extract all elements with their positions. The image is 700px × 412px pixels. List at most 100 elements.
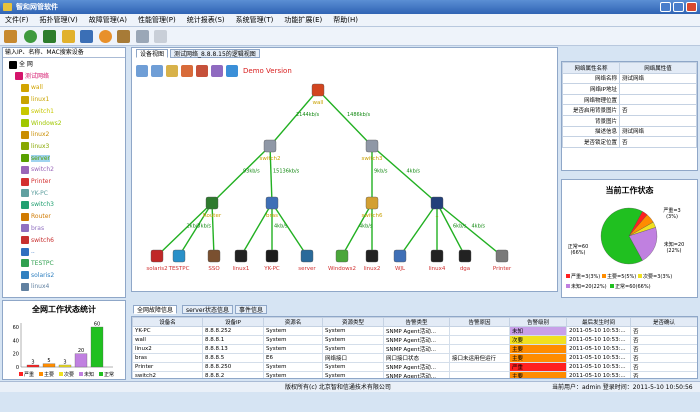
alarm-row[interactable]: wall 8.8.8.1 System System SNMP Agent活动... 次要… <box>132 335 697 345</box>
device-node-label[interactable]: Router <box>203 213 222 219</box>
device-node-label[interactable]: SSO <box>208 266 220 272</box>
device-search-input[interactable]: 输入IP、名称、MAC搜索设备 <box>3 48 125 58</box>
zoom-out-icon[interactable] <box>151 65 163 77</box>
alarm-column-header[interactable]: 是否确认 <box>630 317 697 327</box>
menu-file[interactable]: 文件(F) <box>5 15 29 25</box>
device-node-label[interactable]: wall <box>313 100 324 106</box>
topology-link[interactable] <box>436 202 466 257</box>
topology-link[interactable] <box>271 202 308 257</box>
topology-link[interactable] <box>399 202 438 257</box>
topology-link[interactable] <box>269 145 273 204</box>
tree-item[interactable]: YK-PC <box>21 188 48 199</box>
tree-item[interactable]: .. <box>21 246 35 257</box>
window-icon[interactable] <box>136 30 149 43</box>
device-node-icon[interactable] <box>207 249 221 263</box>
tree-item[interactable]: 测试网络 <box>15 71 49 82</box>
tree-item[interactable]: 全 网 <box>9 59 33 70</box>
device-node-icon[interactable] <box>430 196 444 210</box>
minimize-button[interactable] <box>660 2 671 12</box>
alarm-column-header[interactable]: 告警原因 <box>449 317 510 327</box>
device-node-label[interactable]: linux1 <box>233 266 250 272</box>
device-node-label[interactable]: TESTPC <box>168 266 190 272</box>
alarm-row[interactable]: linux2 8.8.8.13 System System SNMP Agent活动..… <box>132 344 697 354</box>
tree-item[interactable]: switch3 <box>21 199 54 210</box>
device-node-icon[interactable] <box>393 249 407 263</box>
device-node-label[interactable]: switch2 <box>259 156 280 162</box>
prop-value[interactable] <box>619 114 697 127</box>
tab-server-status[interactable]: server状态信息 <box>182 305 233 314</box>
alarm-row[interactable]: Printer 8.8.8.250 System System SNMP Agent活动… <box>132 362 697 372</box>
tree-item[interactable]: Router <box>21 211 51 222</box>
close-button[interactable] <box>686 2 697 12</box>
menu-extensions[interactable]: 功能扩展(E) <box>284 15 322 25</box>
menu-fault[interactable]: 故障管理(A) <box>89 15 127 25</box>
device-node-label[interactable]: Printer <box>493 266 512 272</box>
topology-link[interactable] <box>436 202 503 257</box>
alarm-column-header[interactable]: 最后发生时间 <box>566 317 631 327</box>
prop-row[interactable]: 网络物理位置 <box>562 93 697 106</box>
topology-link[interactable] <box>211 145 271 204</box>
zoom-in-icon[interactable] <box>136 65 148 77</box>
device-node-icon[interactable] <box>311 83 325 97</box>
prop-row[interactable]: 背景图片 <box>562 114 697 127</box>
home-icon[interactable] <box>196 65 208 77</box>
menu-topology[interactable]: 拓扑管理(V) <box>40 15 78 25</box>
menu-reports[interactable]: 统计报表(S) <box>187 15 225 25</box>
alarm-column-header[interactable]: 资源类型 <box>322 317 384 327</box>
device-node-icon[interactable] <box>205 196 219 210</box>
edit-icon[interactable] <box>181 65 193 77</box>
device-node-icon[interactable] <box>300 249 314 263</box>
prop-value[interactable]: 测试网络 <box>619 125 697 138</box>
alarm-column-header[interactable]: 设备IP <box>202 317 264 327</box>
topology-link[interactable] <box>371 145 438 204</box>
prop-value[interactable]: 否 <box>619 104 697 116</box>
device-node-label[interactable]: bras <box>266 213 278 219</box>
topology-map[interactable]: 2144kb/s 1486kb/s 93kb/s 15136kb/s 9kb/s 4kb/… <box>132 78 559 293</box>
tab-logic-view[interactable]: 测试网络_8.8.8.15的逻辑视图 <box>170 49 260 58</box>
device-node-icon[interactable] <box>495 249 509 263</box>
tree-item[interactable]: switch6 <box>21 235 54 246</box>
alarm-icon[interactable] <box>99 30 112 43</box>
tree-item[interactable]: linux2 <box>21 129 49 140</box>
device-node-label[interactable]: switch3 <box>361 156 383 162</box>
device-node-icon[interactable] <box>430 249 444 263</box>
tree-item[interactable]: solaris2 <box>21 270 54 281</box>
alarm-row[interactable]: YK-PC 8.8.8.252 System System SNMP Agent活动..… <box>132 326 697 336</box>
tree-item[interactable]: Printer <box>21 176 51 187</box>
alarm-row[interactable]: bras 8.8.8.5 E6 网络接口 网口接口状态 接口未运用但运行 主要 2011-05… <box>132 353 697 363</box>
refresh-icon[interactable] <box>24 30 37 43</box>
prop-row[interactable]: 描述信息 测试网络 <box>562 125 697 138</box>
save-icon[interactable] <box>226 65 238 77</box>
device-node-icon[interactable] <box>265 196 279 210</box>
tree-item[interactable]: linux4 <box>21 281 49 292</box>
tree-item[interactable]: bras <box>21 223 44 234</box>
tree-item[interactable]: linux1 <box>21 94 49 105</box>
maximize-button[interactable] <box>673 2 684 12</box>
device-node-label[interactable]: Windows2 <box>328 266 356 272</box>
device-node-label[interactable]: linux2 <box>364 266 381 272</box>
topology-link[interactable] <box>240 202 273 257</box>
tree-item[interactable]: switch1 <box>21 106 54 117</box>
alarm-column-header[interactable]: 资源名 <box>263 317 323 327</box>
alarm-column-header[interactable]: 告警类型 <box>383 317 450 327</box>
device-node-label[interactable]: linux4 <box>429 266 446 272</box>
device-node-icon[interactable] <box>365 139 379 153</box>
prop-value[interactable]: 否 <box>619 136 697 148</box>
book-icon[interactable] <box>117 30 130 43</box>
device-node-icon[interactable] <box>335 249 349 263</box>
discover-icon[interactable] <box>43 30 56 43</box>
menu-system[interactable]: 系统管理(T) <box>236 15 274 25</box>
prop-row[interactable]: 是否启用背景图片否 <box>562 104 697 116</box>
device-node-icon[interactable] <box>458 249 472 263</box>
alarm-column-header[interactable]: 设备名 <box>132 317 203 327</box>
device-node-icon[interactable] <box>234 249 248 263</box>
device-node-label[interactable]: switch6 <box>361 213 383 219</box>
device-node-label[interactable]: dga <box>460 266 470 272</box>
prop-value[interactable] <box>619 83 697 95</box>
zoom-fit-icon[interactable] <box>166 65 178 77</box>
tree-item[interactable]: switch2 <box>21 164 54 175</box>
prop-row[interactable]: 是否锁定位置否 <box>562 136 697 148</box>
tab-all-faults[interactable]: 全网故障信息 <box>133 305 178 314</box>
device-node-label[interactable]: solaris2 <box>146 266 167 272</box>
device-node-label[interactable]: WJL <box>395 266 406 272</box>
